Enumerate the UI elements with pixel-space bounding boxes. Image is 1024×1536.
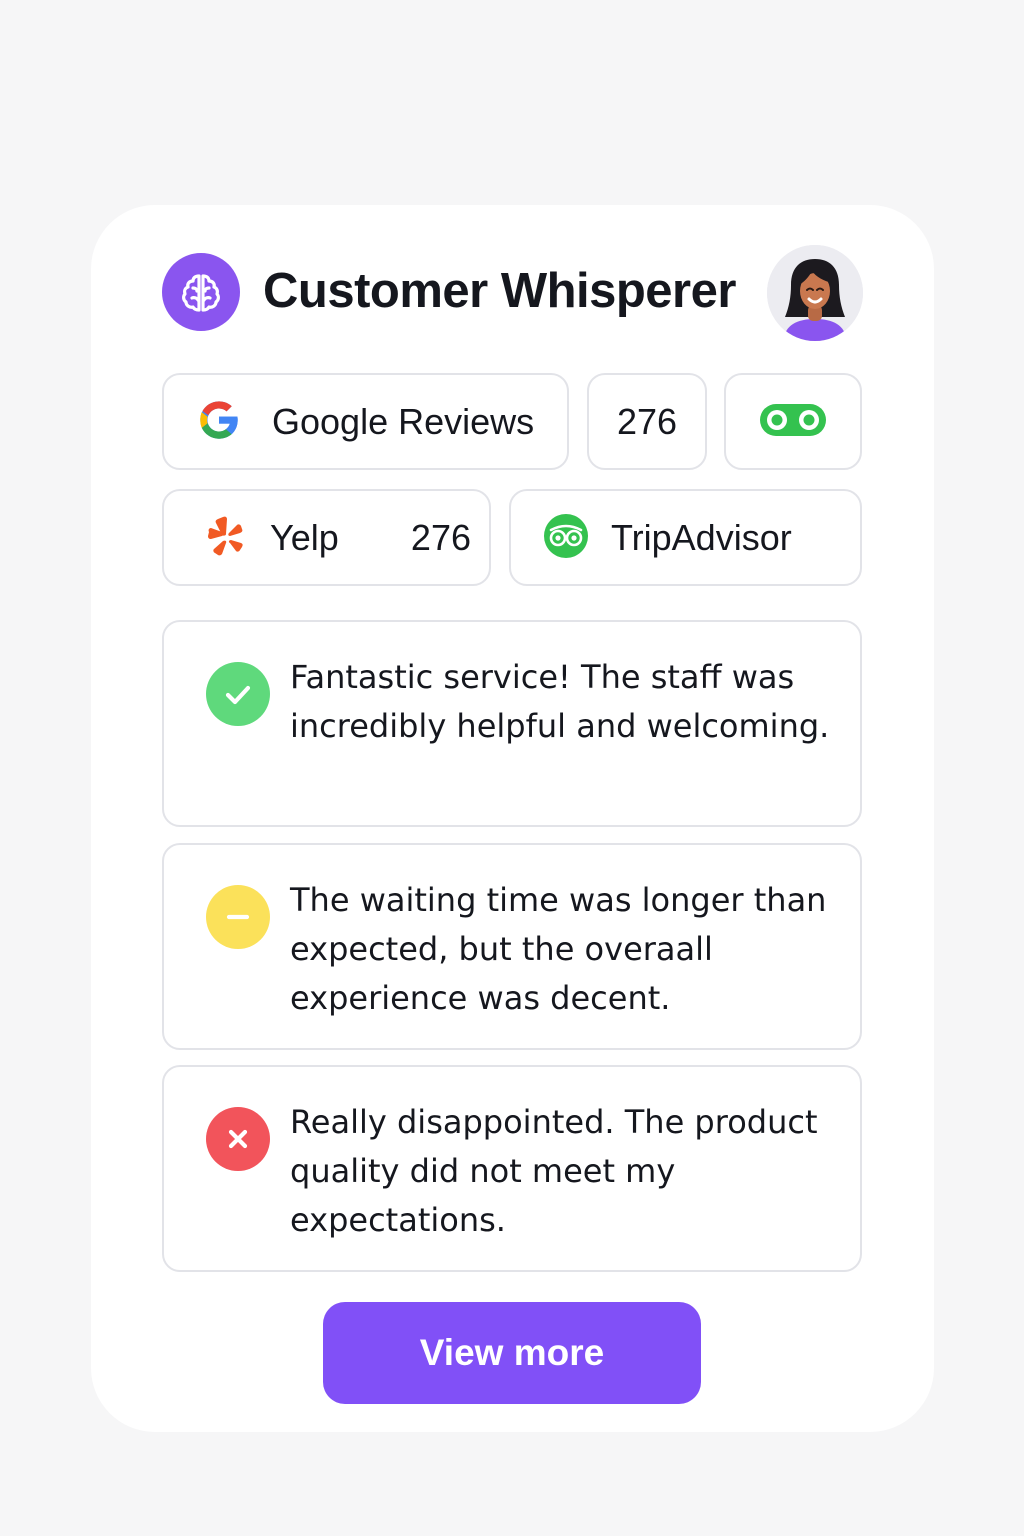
yelp-label: Yelp [270, 516, 339, 558]
tripadvisor-chip[interactable]: TripAdvisor [509, 489, 862, 586]
review-count-chip[interactable]: 276 [587, 373, 707, 470]
review-text: The waiting time was longer than expecte… [290, 881, 827, 1017]
page: Customer Whisperer Google Reviews 276 Ye… [0, 0, 1024, 1536]
google-reviews-chip[interactable]: Google Reviews [162, 373, 569, 470]
google-reviews-label: Google Reviews [272, 400, 535, 442]
yelp-icon [206, 515, 244, 561]
yelp-chip[interactable]: Yelp 276 [162, 489, 491, 586]
google-icon [196, 397, 242, 447]
review-text: Really disappointed. The product quality… [290, 1103, 818, 1239]
review-widget-card: Customer Whisperer Google Reviews 276 Ye… [91, 205, 934, 1432]
view-more-button[interactable]: View more [323, 1302, 701, 1404]
review-count: 276 [616, 400, 678, 442]
user-avatar[interactable] [767, 245, 863, 341]
tripadvisor-icon [543, 513, 589, 563]
minus-icon [206, 885, 270, 949]
review-text: Fantastic service! The staff was incredi… [290, 658, 830, 745]
app-title: Customer Whisperer [263, 264, 736, 318]
review-card-positive[interactable]: Fantastic service! The staff was incredi… [162, 620, 862, 827]
review-card-neutral[interactable]: The waiting time was longer than expecte… [162, 843, 862, 1050]
tripadvisor-owl-icon [758, 400, 828, 444]
x-icon [206, 1107, 270, 1171]
yelp-review-count: 276 [410, 516, 471, 558]
check-icon [206, 662, 270, 726]
tripadvisor-label: TripAdvisor [611, 516, 792, 558]
brain-icon [162, 253, 240, 331]
tripadvisor-owl-chip[interactable] [724, 373, 862, 470]
review-card-negative[interactable]: Really disappointed. The product quality… [162, 1065, 862, 1272]
